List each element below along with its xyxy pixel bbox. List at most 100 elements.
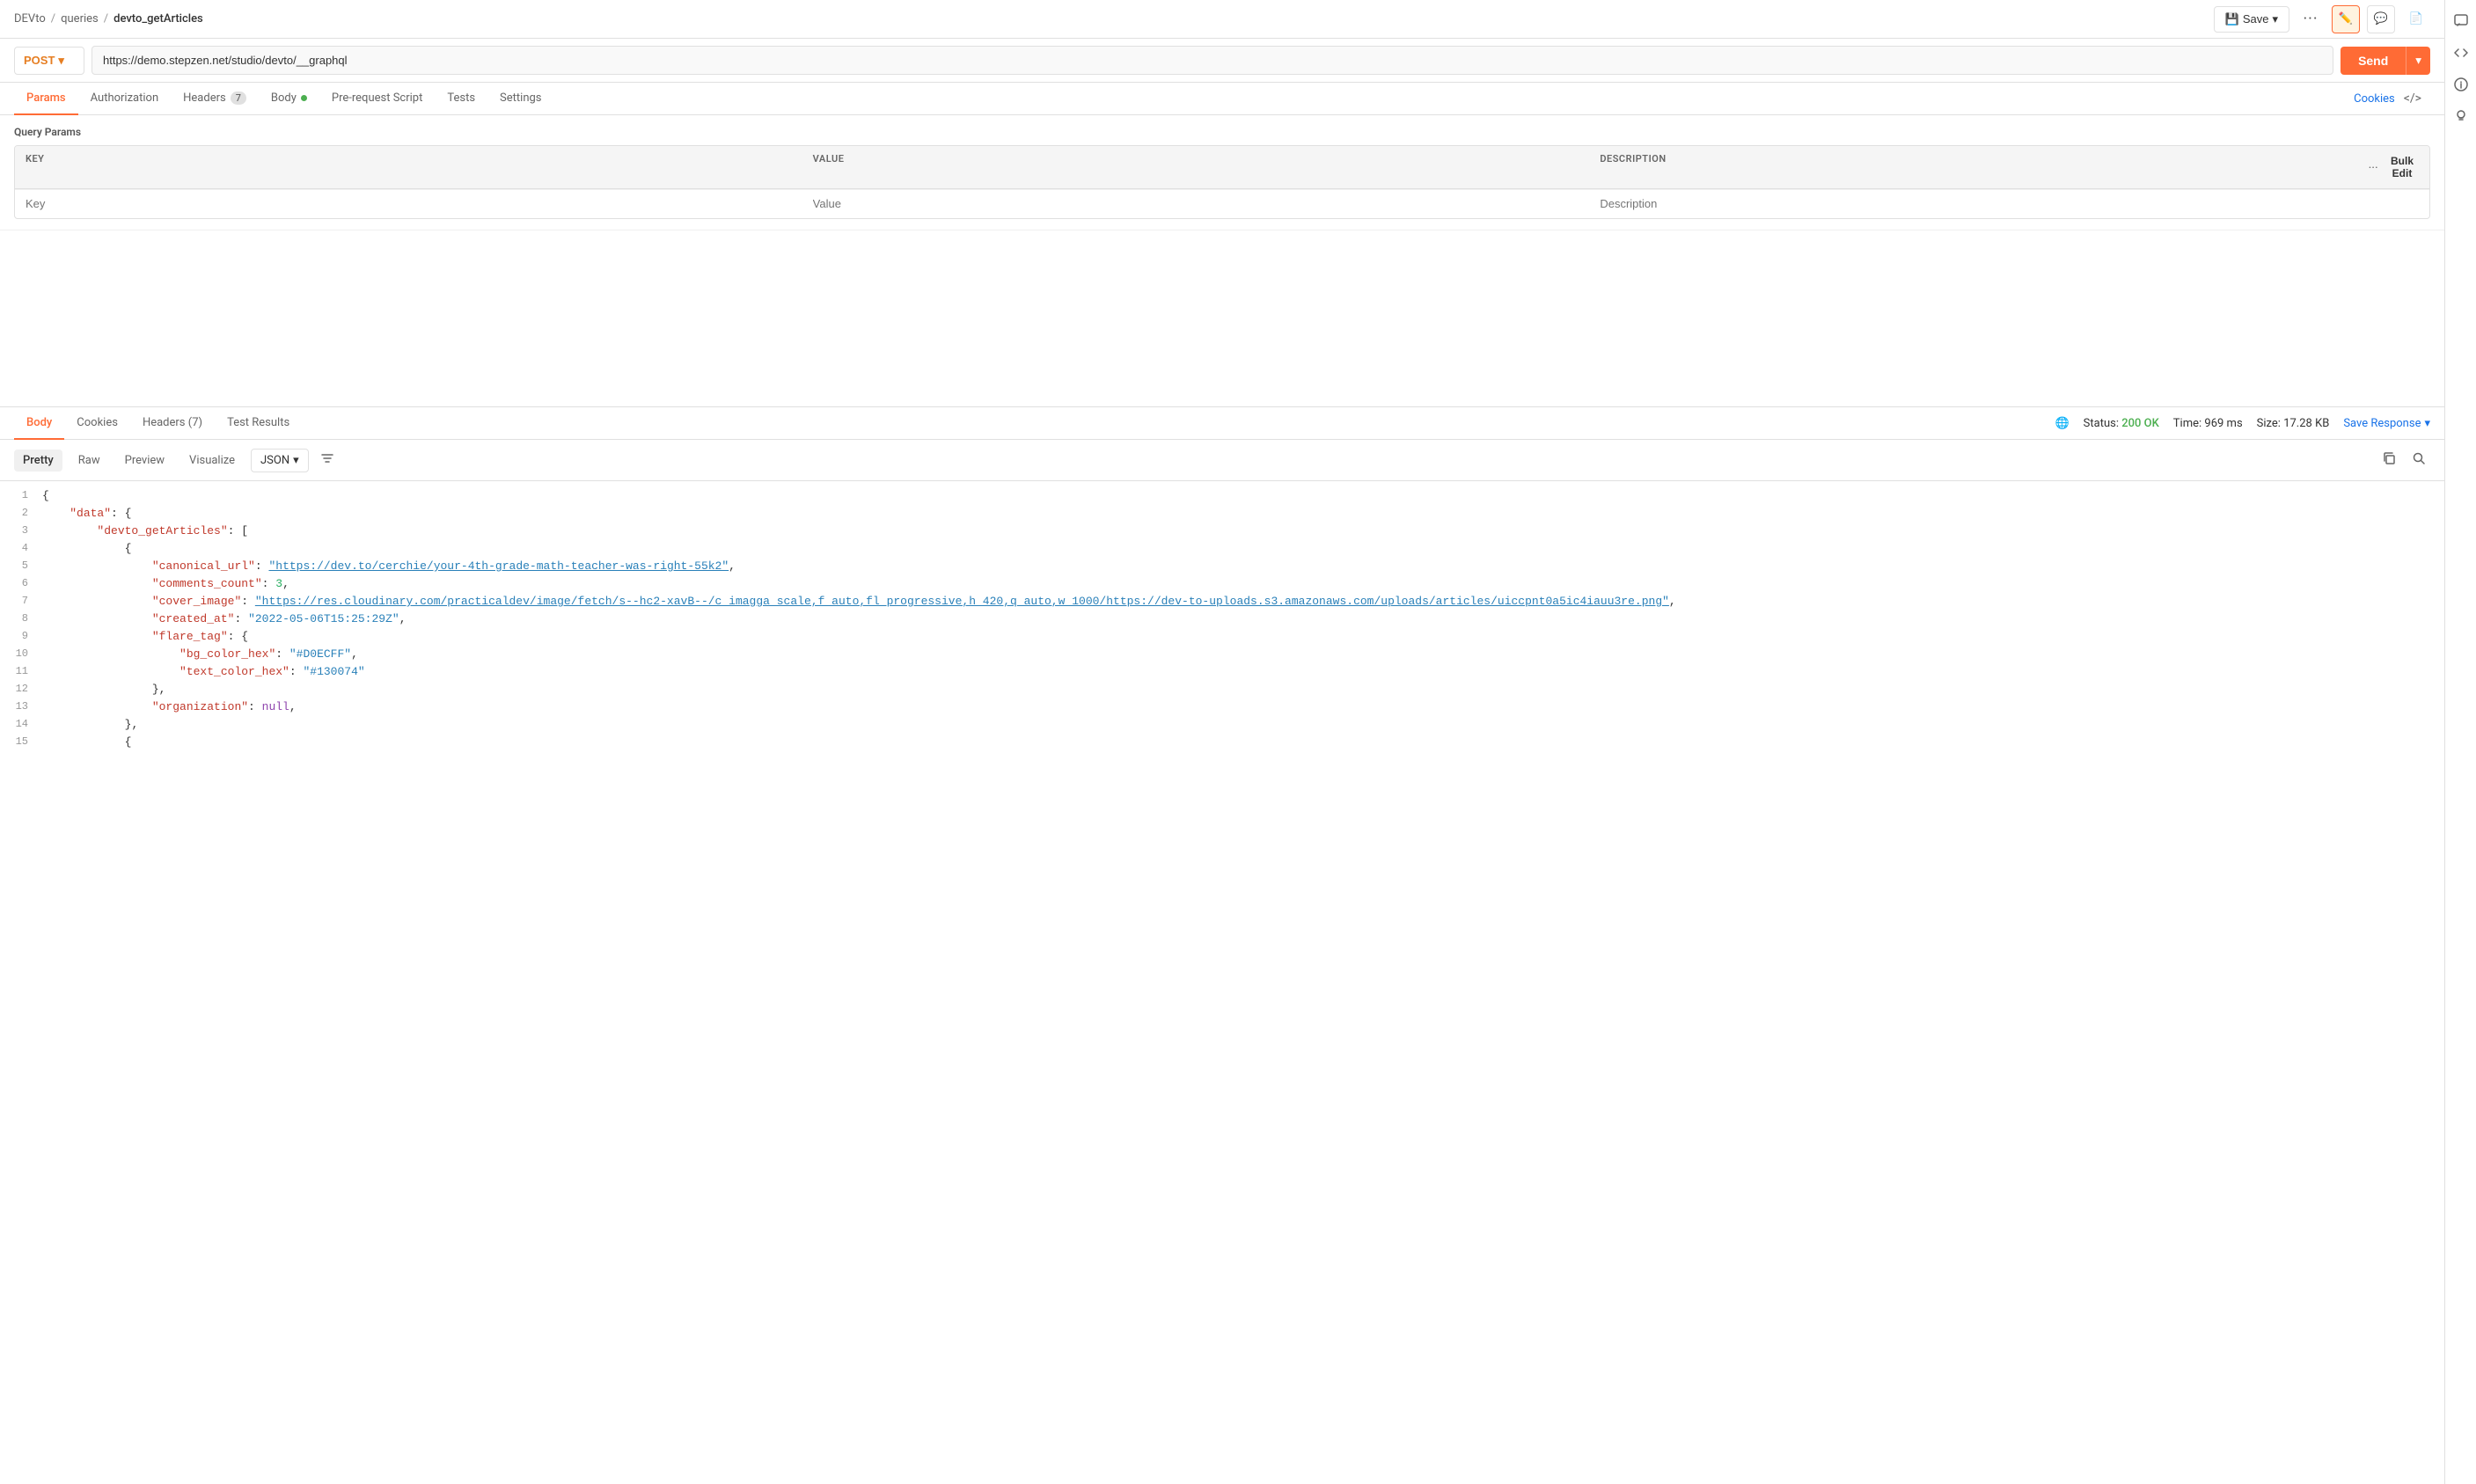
value-column-header: VALUE	[802, 146, 1590, 188]
response-tab-body[interactable]: Body	[14, 407, 64, 440]
response-tab-test-results[interactable]: Test Results	[215, 407, 302, 440]
method-label: POST	[24, 54, 55, 67]
breadcrumb-sep2: /	[104, 12, 108, 26]
headers-badge: 7	[231, 91, 246, 105]
code-button[interactable]: </>	[2395, 84, 2430, 113]
body-active-dot	[301, 95, 307, 101]
comment-icon-button[interactable]: 💬	[2367, 5, 2395, 33]
response-status: 🌐 Status: 200 OK Time: 969 ms Size: 17.2…	[2055, 417, 2430, 430]
view-tab-visualize[interactable]: Visualize	[180, 450, 244, 472]
right-sidebar	[2444, 0, 2476, 1484]
desc-cell	[1589, 190, 2377, 218]
json-line-1: 1 {	[0, 488, 2444, 506]
json-line-15: 15 {	[0, 735, 2444, 752]
sidebar-comment-icon[interactable]	[2447, 7, 2475, 35]
json-line-9: 9 "flare_tag": {	[0, 629, 2444, 647]
view-tab-preview[interactable]: Preview	[116, 450, 173, 472]
json-line-4: 4 {	[0, 541, 2444, 559]
value-input[interactable]	[813, 197, 1579, 210]
json-line-6: 6 "comments_count": 3,	[0, 576, 2444, 594]
desc-input[interactable]	[1600, 197, 2366, 210]
tab-body[interactable]: Body	[259, 83, 319, 115]
sidebar-code-icon[interactable]	[2447, 39, 2475, 67]
copy-icon[interactable]	[2377, 447, 2400, 473]
breadcrumb-part1[interactable]: DEVto	[14, 12, 46, 26]
params-section: Query Params KEY VALUE DESCRIPTION ··· B…	[0, 115, 2444, 230]
json-line-11: 11 "text_color_hex": "#130074"	[0, 664, 2444, 682]
send-button-group: Send ▾	[2340, 47, 2430, 75]
method-selector[interactable]: POST ▾	[14, 47, 84, 75]
tab-tests[interactable]: Tests	[435, 83, 487, 115]
send-dropdown-button[interactable]: ▾	[2406, 47, 2430, 75]
edit-icon-button[interactable]: ✏️	[2332, 5, 2360, 33]
more-options-button[interactable]: ···	[2297, 5, 2325, 33]
breadcrumb: DEVto / queries / devto_getArticles	[14, 12, 2214, 26]
key-cell	[15, 190, 802, 218]
save-label: Save	[2243, 12, 2269, 26]
tab-params[interactable]: Params	[14, 83, 78, 115]
json-line-2: 2 "data": {	[0, 506, 2444, 523]
params-table-header: KEY VALUE DESCRIPTION ··· Bulk Edit	[15, 146, 2429, 189]
json-line-10: 10 "bg_color_hex": "#D0ECFF",	[0, 647, 2444, 664]
json-line-7: 7 "cover_image": "https://res.cloudinary…	[0, 594, 2444, 611]
sidebar-bulb-icon[interactable]	[2447, 102, 2475, 130]
code-options: Pretty Raw Preview Visualize JSON ▾	[0, 440, 2444, 481]
response-tab-bar: Body Cookies Headers (7) Test Results 🌐 …	[0, 407, 2444, 440]
url-input[interactable]	[92, 46, 2333, 75]
format-selector[interactable]: JSON ▾	[251, 449, 309, 472]
request-tab-bar: Params Authorization Headers 7 Body Pre-…	[0, 83, 2444, 115]
url-bar: POST ▾ Send ▾	[0, 39, 2444, 83]
value-cell	[802, 190, 1590, 218]
globe-icon[interactable]: 🌐	[2055, 417, 2069, 430]
tab-headers[interactable]: Headers 7	[171, 83, 259, 115]
format-dropdown-icon: ▾	[293, 454, 299, 467]
json-line-3: 3 "devto_getArticles": [	[0, 523, 2444, 541]
view-tab-pretty[interactable]: Pretty	[14, 450, 62, 472]
tab-pre-request[interactable]: Pre-request Script	[319, 83, 435, 115]
tab-settings[interactable]: Settings	[487, 83, 553, 115]
json-line-8: 8 "created_at": "2022-05-06T15:25:29Z",	[0, 611, 2444, 629]
save-response-button[interactable]: Save Response ▾	[2343, 417, 2430, 430]
method-dropdown-icon: ▾	[58, 54, 64, 68]
breadcrumb-current: devto_getArticles	[114, 12, 203, 26]
json-line-13: 13 "organization": null,	[0, 699, 2444, 717]
breadcrumb-sep1: /	[51, 12, 55, 26]
key-input[interactable]	[26, 197, 792, 210]
size-label: Size: 17.28 KB	[2257, 417, 2330, 430]
save-icon: 💾	[2225, 12, 2239, 26]
status-value: 200 OK	[2121, 417, 2159, 430]
key-column-header: KEY	[15, 146, 802, 188]
filter-icon[interactable]	[316, 447, 339, 473]
save-dropdown-icon: ▾	[2272, 12, 2278, 26]
search-icon[interactable]	[2407, 447, 2430, 473]
response-tab-cookies[interactable]: Cookies	[64, 407, 130, 440]
top-bar: DEVto / queries / devto_getArticles 💾 Sa…	[0, 0, 2444, 39]
empty-request-space	[0, 230, 2444, 406]
json-line-5: 5 "canonical_url": "https://dev.to/cerch…	[0, 559, 2444, 576]
json-display: 1 { 2 "data": { 3 "devto_getArticles": […	[0, 481, 2444, 1484]
view-tab-raw[interactable]: Raw	[70, 450, 109, 472]
time-label: Time: 969 ms	[2173, 417, 2243, 430]
bulk-edit-button[interactable]: Bulk Edit	[2385, 153, 2419, 181]
bottom-panel: Body Cookies Headers (7) Test Results 🌐 …	[0, 406, 2444, 1484]
params-table: KEY VALUE DESCRIPTION ··· Bulk Edit	[14, 145, 2430, 219]
breadcrumb-part2[interactable]: queries	[61, 12, 99, 26]
save-response-dropdown-icon: ▾	[2424, 417, 2430, 430]
params-empty-row	[15, 189, 2429, 218]
response-tab-headers[interactable]: Headers (7)	[130, 407, 215, 440]
sidebar-info-icon[interactable]	[2447, 70, 2475, 99]
desc-column-header: DESCRIPTION	[1589, 146, 2377, 188]
tab-authorization[interactable]: Authorization	[78, 83, 172, 115]
params-label: Query Params	[14, 126, 2430, 138]
status-label: Status: 200 OK	[2084, 417, 2159, 430]
send-button[interactable]: Send	[2340, 47, 2406, 75]
top-bar-actions: 💾 Save ▾ ··· ✏️ 💬	[2214, 5, 2395, 33]
more-options-icon[interactable]: ···	[2369, 162, 2378, 173]
save-button[interactable]: 💾 Save ▾	[2214, 6, 2289, 33]
actions-column: ··· Bulk Edit	[2377, 146, 2429, 188]
json-line-12: 12 },	[0, 682, 2444, 699]
cookies-link[interactable]: Cookies	[2354, 84, 2395, 114]
row-actions	[2377, 190, 2429, 218]
document-icon[interactable]: 📄	[2402, 5, 2430, 33]
json-line-14: 14 },	[0, 717, 2444, 735]
